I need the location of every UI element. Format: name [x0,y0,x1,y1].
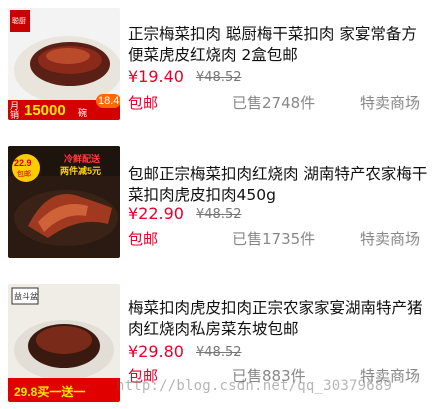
price-badge: 22.9 [14,158,32,168]
shipping-tag: 包邮 [128,230,159,248]
sale-price: ¥29.80 [128,342,184,361]
original-price: ¥48.52 [196,207,242,222]
deal-price-badge: 18.4 [96,94,120,108]
brand-logo: 益斗盆 [14,292,38,301]
sold-count: 已售2748件 [232,94,316,112]
product-image[interactable]: 益斗盆 29.8买一送一 [8,284,120,402]
shipping-tag: 包邮 [128,367,159,385]
sales-prefix: 月销 [10,101,20,120]
original-price: ¥48.52 [196,345,242,360]
product-card[interactable]: 益斗盆 29.8买一送一 梅菜扣肉虎皮扣肉正宗农家家宴湖南特产猪肉红烧肉私房菜东… [0,276,433,404]
bottom-promo: 29.8买一送一 [14,385,86,399]
product-card[interactable]: 22.9 包邮 冷鲜配送 两件减5元 包邮正宗梅菜扣肉红烧肉 湖南特产农家梅干菜… [0,138,433,266]
sold-count: 已售883件 [232,367,306,385]
product-card[interactable]: 聪厨 月销 15000 碗 18.4 正宗梅菜扣肉 聪厨梅干菜扣肉 家宴常备方便… [0,0,433,128]
sales-unit: 碗 [78,108,88,118]
shop-name[interactable]: 特卖商场 [360,228,420,249]
product-image[interactable]: 聪厨 月销 15000 碗 18.4 [8,8,120,120]
shop-name[interactable]: 特卖商场 [360,92,420,113]
product-title[interactable]: 正宗梅菜扣肉 聪厨梅干菜扣肉 家宴常备方便菜虎皮红烧肉 2盒包邮 [128,24,428,66]
product-title[interactable]: 梅菜扣肉虎皮扣肉正宗农家家宴湖南特产猪肉红烧肉私房菜东坡包邮 [128,298,428,340]
sale-price: ¥19.40 [128,67,184,86]
promo-line2: 两件减5元 [60,166,102,176]
sale-price: ¥22.90 [128,204,184,223]
product-title[interactable]: 包邮正宗梅菜扣肉红烧肉 湖南特产农家梅干菜扣肉虎皮扣肉450g [128,164,428,206]
shipping-tag: 包邮 [128,94,159,112]
original-price: ¥48.52 [196,70,242,85]
product-image[interactable]: 22.9 包邮 冷鲜配送 两件减5元 [8,146,120,258]
shop-name[interactable]: 特卖商场 [360,365,420,386]
sales-count: 15000 [24,102,66,119]
brand-logo: 聪厨 [12,18,26,25]
sold-count: 已售1735件 [232,230,316,248]
price-badge-sub: 包邮 [17,171,31,178]
